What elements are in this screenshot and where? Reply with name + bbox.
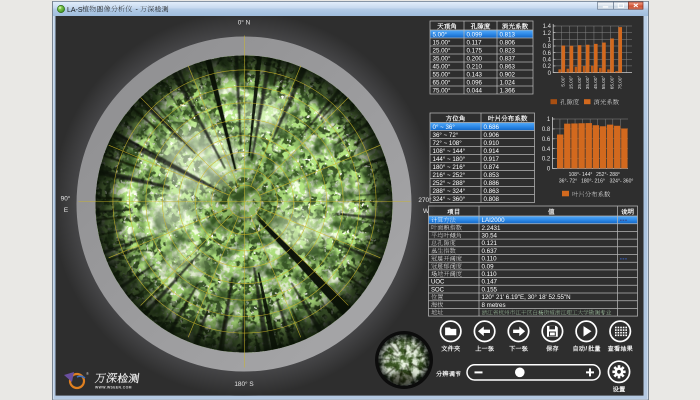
svg-text:252° ~ 288°: 252° ~ 288° [433,180,466,187]
svg-text:0.044: 0.044 [467,87,483,94]
svg-text:0.886: 0.886 [484,180,500,187]
svg-text:0.155: 0.155 [482,286,498,293]
svg-text:8 metres: 8 metres [482,302,506,309]
svg-text:LAI2000: LAI2000 [482,217,506,224]
svg-text:0.910: 0.910 [484,140,500,147]
svg-text:W: W [423,208,430,215]
svg-text:UOC: UOC [431,280,445,286]
svg-text:36° ~ 72°: 36° ~ 72° [433,132,459,139]
svg-text:0.2: 0.2 [543,64,552,70]
svg-text:0.902: 0.902 [500,71,516,78]
svg-text:108°- 144°: 108°- 144° [569,172,593,178]
svg-text:75.00°: 75.00° [433,87,451,94]
svg-text:0.147: 0.147 [482,279,498,286]
svg-text:25.00°: 25.00° [577,75,582,89]
svg-text:1.366: 1.366 [500,87,516,94]
svg-text:WWW.WSEEN.COM: WWW.WSEEN.COM [95,386,132,390]
svg-text:0.096: 0.096 [467,79,483,86]
svg-text:SOC: SOC [431,287,445,293]
svg-text:252°- 288°: 252°- 288° [596,172,620,178]
svg-text:0.099: 0.099 [467,31,483,38]
svg-text:30.54: 30.54 [482,233,498,240]
svg-text:5.00°: 5.00° [433,31,448,38]
svg-text:0.4: 0.4 [542,147,551,153]
svg-text:35.00°: 35.00° [585,75,590,89]
svg-text:180° S: 180° S [234,380,253,388]
svg-text:90°: 90° [61,195,71,203]
svg-text:0.200: 0.200 [467,55,483,62]
svg-text:0.906: 0.906 [484,132,500,139]
svg-text:0.210: 0.210 [467,63,483,70]
svg-text:108° ~ 144°: 108° ~ 144° [433,148,466,155]
svg-text:180°- 216°: 180°- 216° [581,178,605,184]
svg-text:2.2431: 2.2431 [482,225,501,232]
svg-text:0.09: 0.09 [482,263,495,270]
svg-text:0.823: 0.823 [500,47,516,54]
svg-text:25.00°: 25.00° [433,47,451,54]
svg-text:15.00°: 15.00° [569,75,574,89]
svg-text:144° ~ 180°: 144° ~ 180° [433,156,466,163]
svg-text:15.00°: 15.00° [433,39,451,46]
svg-text:1.4: 1.4 [543,24,552,30]
svg-text:0.6: 0.6 [543,51,552,57]
svg-text:55.00°: 55.00° [601,75,606,89]
svg-text:75.00°: 75.00° [618,75,623,89]
svg-text:0.863: 0.863 [484,188,500,195]
svg-text:0.2: 0.2 [542,157,551,163]
svg-text:0.808: 0.808 [484,196,500,203]
svg-text:0.110: 0.110 [482,271,498,278]
svg-text:0.917: 0.917 [484,156,500,163]
svg-text:0.4: 0.4 [543,57,552,63]
svg-text:0° N: 0° N [238,19,251,27]
svg-text:288° ~ 324°: 288° ~ 324° [433,188,466,195]
svg-text:/: / [585,346,587,353]
svg-text:0.853: 0.853 [484,172,500,179]
svg-text:0.143: 0.143 [467,71,483,78]
svg-text:45.00°: 45.00° [433,63,451,70]
svg-text:0.863: 0.863 [500,63,516,70]
svg-text:36°- 72°: 36°- 72° [559,178,577,184]
svg-text:0.121: 0.121 [482,240,498,247]
svg-text:LA-S: LA-S [67,7,83,14]
svg-text:0.117: 0.117 [467,39,483,46]
svg-text:0.6: 0.6 [542,137,551,143]
svg-text:0.8: 0.8 [542,127,551,133]
svg-text:65.00°: 65.00° [433,79,451,86]
svg-text:216° ~ 252°: 216° ~ 252° [433,172,466,179]
svg-text:0.806: 0.806 [500,39,516,46]
svg-text:0.8: 0.8 [543,44,552,50]
svg-text:65.00°: 65.00° [609,75,614,89]
svg-text:0° ~ 36°: 0° ~ 36° [433,124,456,131]
svg-text:0.813: 0.813 [500,31,516,38]
svg-text:72° ~ 108°: 72° ~ 108° [433,140,463,147]
svg-text:0.175: 0.175 [467,47,483,54]
svg-text:180° ~ 216°: 180° ~ 216° [433,164,466,171]
svg-text:45.00°: 45.00° [593,75,598,89]
svg-text:35.00°: 35.00° [433,55,451,62]
svg-text:®: ® [86,371,89,376]
svg-text:324°- 360°: 324°- 360° [610,178,634,184]
svg-text:120° 21' 6.19"E, 30° 18' 52.5: 120° 21' 6.19"E, 30° 18' 52.55"N [482,294,571,301]
svg-text:1.2: 1.2 [543,31,552,37]
svg-text:E: E [64,207,68,214]
svg-text:0.837: 0.837 [500,55,516,62]
svg-text:0.874: 0.874 [484,164,500,171]
svg-text:55.00°: 55.00° [433,71,451,78]
svg-text:1.024: 1.024 [500,79,516,86]
svg-text:324° ~ 360°: 324° ~ 360° [433,196,466,203]
svg-text:0.686: 0.686 [484,124,500,131]
svg-text:0.637: 0.637 [482,248,498,255]
svg-text:5.00°: 5.00° [561,75,566,86]
svg-text:0.914: 0.914 [484,148,500,155]
svg-text:0.110: 0.110 [482,256,498,263]
